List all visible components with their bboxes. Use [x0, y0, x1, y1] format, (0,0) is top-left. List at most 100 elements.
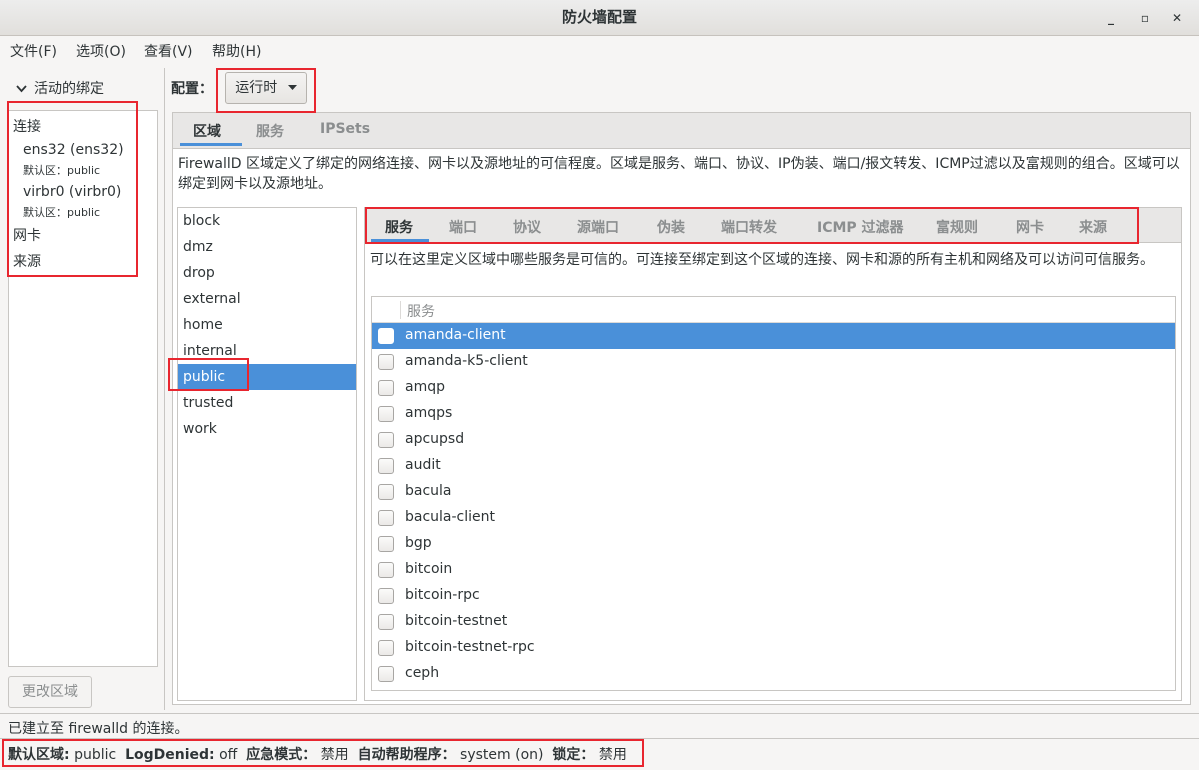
service-name: amqp — [405, 379, 445, 395]
change-zone-button[interactable]: 更改区域 — [8, 676, 92, 708]
service-row[interactable]: bitcoin-rpc — [372, 583, 1175, 609]
maximize-button[interactable]: ▫ — [1136, 9, 1154, 27]
zone-item-dmz[interactable]: dmz — [178, 234, 356, 260]
service-row[interactable]: amanda-k5-client — [372, 349, 1175, 375]
tab-services[interactable]: 服务 — [256, 121, 284, 141]
service-name: amanda-client — [405, 327, 506, 343]
connections-label[interactable]: 连接 — [13, 116, 41, 136]
zone-item-drop[interactable]: drop — [178, 260, 356, 286]
service-row[interactable]: bitcoin — [372, 557, 1175, 583]
service-checkbox[interactable] — [378, 406, 394, 422]
service-name: bacula — [405, 483, 452, 499]
service-row[interactable]: amqps — [372, 401, 1175, 427]
service-checkbox[interactable] — [378, 536, 394, 552]
zone-item-public[interactable]: public — [178, 364, 356, 390]
service-name: bgp — [405, 535, 432, 551]
subtab-ports[interactable]: 端口 — [449, 217, 477, 237]
zone-subtabbar: 服务 端口 协议 源端口 伪装 端口转发 ICMP 过滤器 富规则 网卡 来源 — [364, 207, 1182, 243]
active-tab-indicator — [180, 143, 242, 146]
zone-item-external[interactable]: external — [178, 286, 356, 312]
service-row[interactable]: bacula-client — [372, 505, 1175, 531]
connection-virbr0[interactable]: virbr0 (virbr0) — [23, 184, 121, 200]
service-checkbox[interactable] — [378, 510, 394, 526]
zone-description: FirewallD 区域定义了绑定的网络连接、网卡以及源地址的可信程度。区域是服… — [178, 156, 1180, 192]
panic-mode-value: 禁用 — [320, 747, 349, 763]
service-name: bitcoin-testnet — [405, 613, 508, 629]
zone-item-home[interactable]: home — [178, 312, 356, 338]
service-checkbox[interactable] — [378, 666, 394, 682]
service-name: bitcoin-rpc — [405, 587, 480, 603]
service-name: bitcoin — [405, 561, 453, 577]
main-tabbar: 区域 服务 IPSets — [172, 112, 1191, 148]
service-checkbox[interactable] — [378, 328, 394, 344]
service-row[interactable]: bitcoin-testnet — [372, 609, 1175, 635]
panel-divider[interactable] — [164, 68, 165, 710]
service-row[interactable]: ceph — [372, 661, 1175, 687]
close-button[interactable]: ✕ — [1168, 9, 1186, 27]
service-name: apcupsd — [405, 431, 465, 447]
chevron-down-icon — [16, 83, 28, 96]
interfaces-label[interactable]: 网卡 — [13, 225, 41, 245]
lockdown-label: 锁定： — [552, 747, 595, 763]
service-row[interactable]: amanda-client — [372, 323, 1175, 349]
connection-virbr0-zone: 默认区：public — [23, 206, 101, 219]
close-icon: ✕ — [1171, 11, 1183, 25]
subtab-rich-rules[interactable]: 富规则 — [936, 217, 978, 237]
service-row[interactable]: audit — [372, 453, 1175, 479]
subtab-masquerade[interactable]: 伪装 — [657, 217, 685, 237]
zone-item-internal[interactable]: internal — [178, 338, 356, 364]
zone-item-block[interactable]: block — [178, 208, 356, 234]
subtab-port-forward[interactable]: 端口转发 — [721, 217, 777, 237]
menu-view[interactable]: 查看(V) — [144, 41, 193, 61]
tab-ipsets[interactable]: IPSets — [320, 121, 370, 137]
service-checkbox[interactable] — [378, 380, 394, 396]
dropdown-arrow-icon — [287, 85, 297, 90]
service-name: bacula-client — [405, 509, 496, 525]
service-checkbox[interactable] — [378, 484, 394, 500]
service-row[interactable]: bgp — [372, 531, 1175, 557]
firewall-status-bar: 默认区域: public LogDenied: off 应急模式： 禁用 自动帮… — [8, 744, 627, 764]
logdenied-label: LogDenied: — [125, 747, 215, 763]
service-checkbox[interactable] — [378, 562, 394, 578]
service-name: amanda-k5-client — [405, 353, 528, 369]
config-value: 运行时 — [235, 80, 278, 96]
lockdown-value: 禁用 — [598, 747, 627, 763]
window-titlebar: 防火墙配置 — [0, 0, 1199, 36]
connection-ens32[interactable]: ens32 (ens32) — [23, 142, 124, 158]
zone-item-work[interactable]: work — [178, 416, 356, 442]
subtab-protocols[interactable]: 协议 — [513, 217, 541, 237]
service-checkbox[interactable] — [378, 640, 394, 656]
panic-mode-label: 应急模式： — [246, 747, 317, 763]
service-checkbox[interactable] — [378, 588, 394, 604]
menu-help[interactable]: 帮助(H) — [212, 41, 261, 61]
sources-label[interactable]: 来源 — [13, 251, 41, 271]
service-checkbox[interactable] — [378, 432, 394, 448]
zone-item-trusted[interactable]: trusted — [178, 390, 356, 416]
active-bindings-header[interactable]: 活动的绑定 — [16, 78, 104, 98]
service-checkbox[interactable] — [378, 354, 394, 370]
service-row[interactable]: bitcoin-testnet-rpc — [372, 635, 1175, 661]
subtab-icmp-filter[interactable]: ICMP 过滤器 — [817, 217, 904, 237]
service-name: ceph — [405, 665, 440, 681]
logdenied-value: off — [219, 747, 238, 763]
tab-zones[interactable]: 区域 — [193, 121, 221, 141]
subtab-services[interactable]: 服务 — [385, 217, 413, 237]
menu-file[interactable]: 文件(F) — [10, 41, 57, 61]
services-column-header[interactable]: 服务 — [407, 301, 435, 321]
service-row[interactable]: bacula — [372, 479, 1175, 505]
service-checkbox[interactable] — [378, 458, 394, 474]
subtab-sources[interactable]: 来源 — [1079, 217, 1107, 237]
service-row[interactable]: amqp — [372, 375, 1175, 401]
service-checkbox[interactable] — [378, 614, 394, 630]
service-row[interactable]: apcupsd — [372, 427, 1175, 453]
status-separator — [0, 738, 1199, 739]
service-name: bitcoin-testnet-rpc — [405, 639, 535, 655]
subtab-source-ports[interactable]: 源端口 — [577, 217, 619, 237]
config-dropdown[interactable]: 运行时 — [225, 72, 307, 104]
menu-options[interactable]: 选项(O) — [76, 41, 126, 61]
active-bindings-panel: 连接 ens32 (ens32) 默认区：public virbr0 (virb… — [8, 110, 158, 667]
header-separator — [400, 301, 401, 319]
subtab-interfaces[interactable]: 网卡 — [1016, 217, 1044, 237]
minimize-button[interactable]: _ — [1102, 9, 1120, 27]
connection-ens32-zone: 默认区：public — [23, 164, 101, 177]
